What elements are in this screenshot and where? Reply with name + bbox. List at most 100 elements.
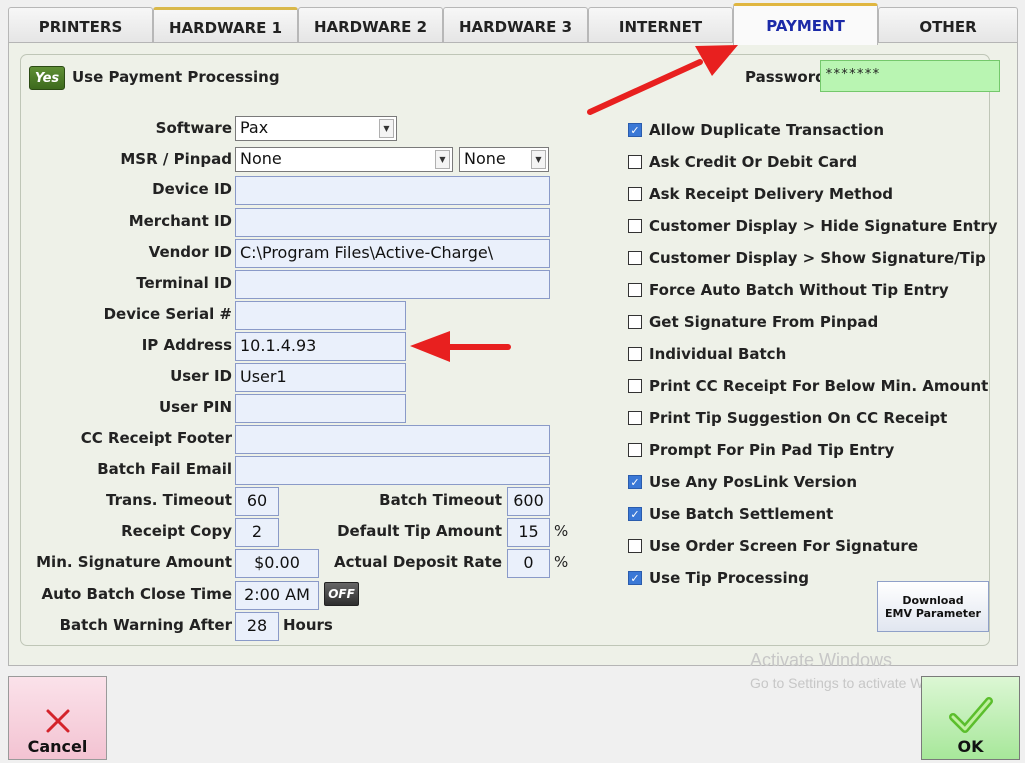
checkbox-checked[interactable]: ✓ (628, 571, 642, 585)
checkbox-checked[interactable]: ✓ (628, 507, 642, 521)
download-emv-button[interactable]: Download EMV Parameter (877, 581, 989, 632)
option-row[interactable]: Force Auto Batch Without Tip Entry (628, 279, 949, 301)
deposit-rate-unit: % (554, 553, 569, 571)
checkbox[interactable] (628, 283, 642, 297)
option-row[interactable]: ✓ Allow Duplicate Transaction (628, 119, 884, 141)
vendor-id-label: Vendor ID (148, 243, 232, 261)
batch-fail-email-label: Batch Fail Email (97, 460, 232, 478)
option-label: Allow Duplicate Transaction (649, 121, 885, 139)
option-row[interactable]: Customer Display > Show Signature/Tip (628, 247, 986, 269)
checkbox[interactable] (628, 155, 642, 169)
auto-batch-input[interactable]: 2:00 AM (235, 581, 319, 610)
chevron-down-icon[interactable]: ▼ (435, 150, 450, 169)
checkbox-checked[interactable]: ✓ (628, 475, 642, 489)
tab-hardware-3[interactable]: HARDWARE 3 (443, 7, 588, 45)
batch-warning-unit: Hours (283, 616, 333, 634)
option-row[interactable]: ✓ Use Tip Processing (628, 567, 809, 589)
option-label: Individual Batch (649, 345, 787, 363)
emv-button-line1: Download (902, 593, 964, 607)
deposit-rate-input[interactable]: 0 (507, 549, 550, 578)
msr-label: MSR / Pinpad (120, 150, 232, 168)
tab-printers[interactable]: PRINTERS (8, 7, 153, 45)
tab-payment[interactable]: PAYMENT (733, 3, 878, 45)
close-icon (46, 709, 69, 733)
auto-batch-toggle[interactable]: OFF (324, 582, 359, 606)
trans-timeout-input[interactable]: 60 (235, 487, 279, 516)
tab-other[interactable]: OTHER (878, 7, 1018, 45)
vendor-id-input[interactable]: C:\Program Files\Active-Charge\ (235, 239, 550, 268)
checkbox[interactable] (628, 411, 642, 425)
cancel-label: Cancel (27, 737, 88, 756)
option-row[interactable]: Get Signature From Pinpad (628, 311, 878, 333)
min-signature-label: Min. Signature Amount (36, 553, 232, 571)
option-label: Use Batch Settlement (649, 505, 834, 523)
option-row[interactable]: Print CC Receipt For Below Min. Amount (628, 375, 988, 397)
checkbox[interactable] (628, 443, 642, 457)
option-label: Get Signature From Pinpad (649, 313, 879, 331)
option-row[interactable]: ✓ Use Batch Settlement (628, 503, 833, 525)
option-row[interactable]: Ask Receipt Delivery Method (628, 183, 893, 205)
default-tip-label: Default Tip Amount (337, 522, 502, 540)
msr-select[interactable]: None ▼ (235, 147, 453, 172)
chevron-down-icon[interactable]: ▼ (379, 119, 394, 138)
checkbox-checked[interactable]: ✓ (628, 123, 642, 137)
device-serial-input[interactable] (235, 301, 406, 330)
checkbox[interactable] (628, 219, 642, 233)
terminal-id-label: Terminal ID (136, 274, 232, 292)
user-id-label: User ID (170, 367, 232, 385)
checkbox[interactable] (628, 187, 642, 201)
receipt-copy-label: Receipt Copy (121, 522, 232, 540)
min-signature-input[interactable]: $0.00 (235, 549, 319, 578)
checkbox[interactable] (628, 315, 642, 329)
option-row[interactable]: Ask Credit Or Debit Card (628, 151, 857, 173)
device-id-label: Device ID (152, 180, 232, 198)
password-input[interactable]: ******* (820, 60, 1000, 92)
receipt-copy-input[interactable]: 2 (235, 518, 279, 547)
user-id-input[interactable]: User1 (235, 363, 406, 392)
checkbox[interactable] (628, 251, 642, 265)
software-select[interactable]: Pax ▼ (235, 116, 397, 141)
ok-button[interactable]: OK (921, 676, 1020, 760)
cc-footer-input[interactable] (235, 425, 550, 454)
option-label: Use Any PosLink Version (649, 473, 858, 491)
option-label: Force Auto Batch Without Tip Entry (649, 281, 949, 299)
terminal-id-input[interactable] (235, 270, 550, 299)
chevron-down-icon[interactable]: ▼ (531, 150, 546, 169)
password-label: Password (745, 68, 826, 86)
option-label: Prompt For Pin Pad Tip Entry (649, 441, 895, 459)
checkbox[interactable] (628, 347, 642, 361)
tab-internet[interactable]: INTERNET (588, 7, 733, 45)
cancel-button[interactable]: Cancel (8, 676, 107, 760)
ip-address-input[interactable]: 10.1.4.93 (235, 332, 406, 361)
batch-fail-email-input[interactable] (235, 456, 550, 485)
option-row[interactable]: Print Tip Suggestion On CC Receipt (628, 407, 947, 429)
default-tip-input[interactable]: 15 (507, 518, 550, 547)
batch-timeout-input[interactable]: 600 (507, 487, 550, 516)
use-payment-toggle[interactable]: Yes (29, 66, 65, 90)
default-tip-unit: % (554, 522, 569, 540)
option-label: Ask Credit Or Debit Card (649, 153, 858, 171)
pinpad-value: None (464, 149, 506, 168)
merchant-id-label: Merchant ID (128, 212, 232, 230)
option-row[interactable]: Customer Display > Hide Signature Entry (628, 215, 998, 237)
option-row[interactable]: ✓ Use Any PosLink Version (628, 471, 857, 493)
deposit-rate-label: Actual Deposit Rate (334, 553, 502, 571)
batch-timeout-label: Batch Timeout (379, 491, 502, 509)
device-id-input[interactable] (235, 176, 550, 205)
user-pin-input[interactable] (235, 394, 406, 423)
option-label: Customer Display > Show Signature/Tip (649, 249, 986, 267)
pinpad-select[interactable]: None ▼ (459, 147, 549, 172)
tab-hardware-2[interactable]: HARDWARE 2 (298, 7, 443, 45)
ok-label: OK (957, 737, 984, 756)
option-row[interactable]: Prompt For Pin Pad Tip Entry (628, 439, 894, 461)
checkbox[interactable] (628, 539, 642, 553)
merchant-id-input[interactable] (235, 208, 550, 237)
software-label: Software (155, 119, 232, 137)
activate-windows-title: Activate Windows (750, 650, 893, 670)
checkbox[interactable] (628, 379, 642, 393)
tab-hardware-1[interactable]: HARDWARE 1 (153, 7, 298, 45)
option-row[interactable]: Use Order Screen For Signature (628, 535, 918, 557)
option-row[interactable]: Individual Batch (628, 343, 786, 365)
batch-warning-input[interactable]: 28 (235, 612, 279, 641)
auto-batch-label: Auto Batch Close Time (41, 585, 232, 603)
